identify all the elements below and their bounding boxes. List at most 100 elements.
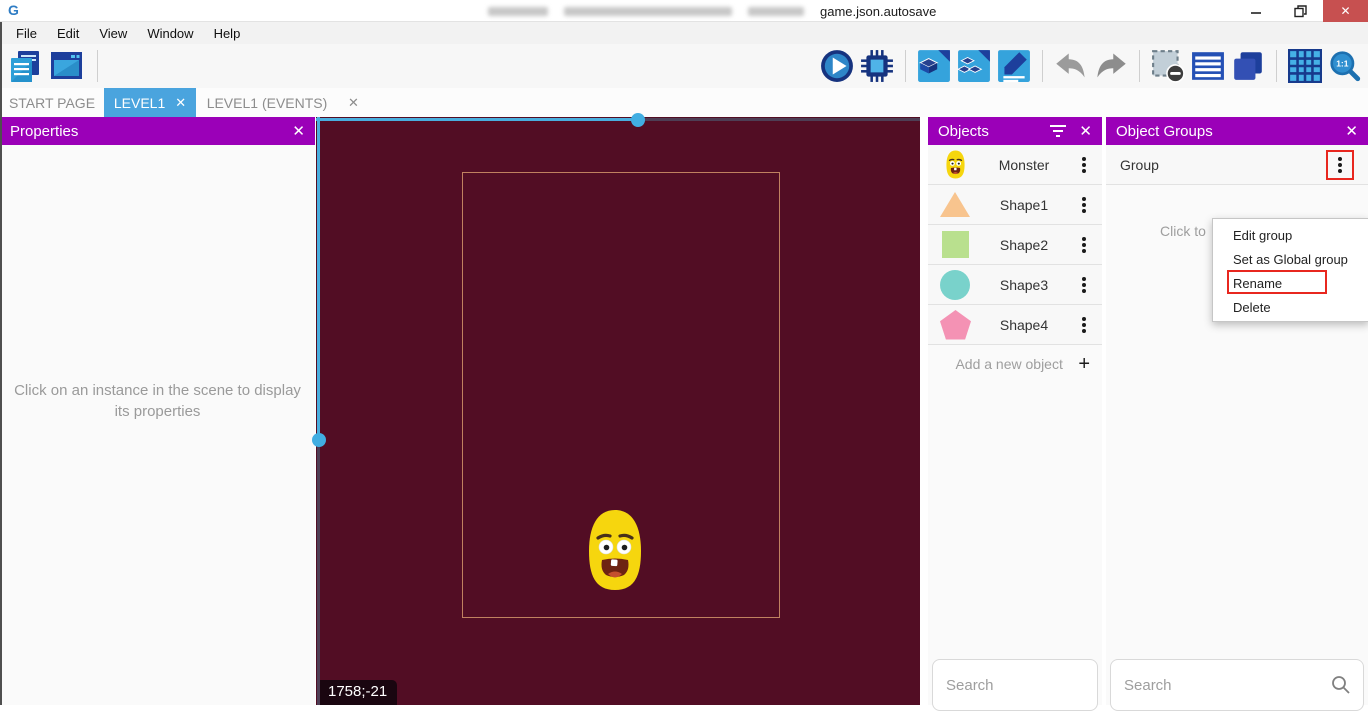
object-menu-icon[interactable] <box>1082 243 1086 247</box>
properties-header: Properties ✕ <box>0 117 315 145</box>
horizontal-scrollbar-thumb[interactable] <box>631 113 645 127</box>
groups-search-box[interactable] <box>1110 659 1364 711</box>
svg-text:1:1: 1:1 <box>1336 59 1349 69</box>
menu-file[interactable]: File <box>6 26 47 41</box>
redo-icon[interactable] <box>1094 49 1128 83</box>
close-icon: ✕ <box>1340 4 1350 18</box>
window-title: game.json.autosave <box>488 0 936 22</box>
add-object-button[interactable]: Add a new object + <box>928 345 1102 383</box>
restore-button[interactable] <box>1278 0 1323 22</box>
title-bar: G game.json.autosave ✕ <box>0 0 1368 22</box>
blurred-title-segment <box>748 7 804 16</box>
filter-icon[interactable] <box>1049 124 1067 138</box>
object-name: Shape4 <box>974 317 1074 333</box>
group-name: Group <box>1120 157 1326 173</box>
menu-item-set-global[interactable]: Set as Global group <box>1213 248 1368 272</box>
scene-canvas[interactable]: 1758;-21 <box>316 117 920 705</box>
objects-body: Monster Shape1 Shape2 Shape3 Shape4 Add … <box>928 145 1102 705</box>
menu-item-delete[interactable]: Delete <box>1213 296 1368 320</box>
debug-icon[interactable] <box>860 49 894 83</box>
object-menu-icon[interactable] <box>1082 163 1086 167</box>
object-menu-icon[interactable] <box>1082 203 1086 207</box>
groups-hint-text: Click to <box>1160 223 1206 239</box>
menu-view[interactable]: View <box>89 26 137 41</box>
object-groups-header: Object Groups ✕ <box>1106 117 1368 145</box>
object-name: Shape1 <box>974 197 1074 213</box>
render-mask-icon[interactable] <box>1151 49 1185 83</box>
object-menu-icon[interactable] <box>1082 323 1086 327</box>
undo-icon[interactable] <box>1054 49 1088 83</box>
horizontal-scrollbar[interactable] <box>316 118 638 121</box>
close-panel-icon[interactable]: ✕ <box>1079 122 1092 140</box>
toolbar-divider <box>1042 50 1043 82</box>
gdevelop-logo-icon: G <box>8 2 24 18</box>
groups-search-input[interactable] <box>1111 677 1331 694</box>
objects-editor-icon[interactable] <box>917 49 951 83</box>
properties-panel: Properties ✕ Click on an instance in the… <box>0 117 315 705</box>
blurred-title-segment <box>488 7 548 16</box>
search-icon <box>1331 675 1351 695</box>
properties-empty-message: Click on an instance in the scene to dis… <box>8 380 308 422</box>
menu-edit[interactable]: Edit <box>47 26 89 41</box>
close-button[interactable]: ✕ <box>1323 0 1368 22</box>
toolbar-divider <box>905 50 906 82</box>
menu-item-edit-group[interactable]: Edit group <box>1213 224 1368 248</box>
instances-editor-icon[interactable] <box>957 49 991 83</box>
toolbar: 1:1 <box>0 44 1368 88</box>
tab-start-page[interactable]: START PAGE <box>0 88 104 117</box>
group-menu-annotation <box>1326 150 1354 180</box>
menu-help[interactable]: Help <box>204 26 251 41</box>
zoom-original-icon[interactable]: 1:1 <box>1328 49 1362 83</box>
start-page-icon[interactable] <box>50 49 84 83</box>
menu-window[interactable]: Window <box>137 26 203 41</box>
circle-thumbnail <box>936 270 974 300</box>
tab-level1-events[interactable]: LEVEL1 (EVENTS) <box>200 88 334 117</box>
close-panel-icon[interactable]: ✕ <box>292 122 305 140</box>
object-groups-panel: Object Groups ✕ Group Click to Edit grou… <box>1106 117 1368 705</box>
monster-thumbnail <box>936 149 974 180</box>
vertical-scrollbar-thumb[interactable] <box>312 433 326 447</box>
object-menu-icon[interactable] <box>1082 283 1086 287</box>
object-name: Shape3 <box>974 277 1074 293</box>
menu-bar: File Edit View Window Help <box>0 22 1368 44</box>
instances-list-icon[interactable] <box>1191 49 1225 83</box>
window-title-text: game.json.autosave <box>820 4 936 19</box>
object-row-shape3[interactable]: Shape3 <box>928 265 1102 305</box>
object-groups-body: Group Click to Edit group Set as Global … <box>1106 145 1368 705</box>
objects-title: Objects <box>938 123 989 140</box>
triangle-thumbnail <box>936 192 974 217</box>
project-manager-icon[interactable] <box>8 49 42 83</box>
object-row-shape2[interactable]: Shape2 <box>928 225 1102 265</box>
layers-icon[interactable] <box>1231 49 1265 83</box>
scene-properties-icon[interactable] <box>997 49 1031 83</box>
toolbar-divider <box>1276 50 1277 82</box>
objects-header: Objects ✕ <box>928 117 1102 145</box>
object-name: Shape2 <box>974 237 1074 253</box>
tab-close-icon[interactable]: ✕ <box>175 95 186 111</box>
tab-label: LEVEL1 (EVENTS) <box>207 95 328 111</box>
group-row[interactable]: Group <box>1106 145 1368 185</box>
vertical-scrollbar[interactable] <box>317 117 320 440</box>
tab-level1[interactable]: LEVEL1 ✕ <box>104 88 196 117</box>
properties-title: Properties <box>10 123 78 140</box>
monster-instance[interactable] <box>582 507 648 593</box>
properties-body: Click on an instance in the scene to dis… <box>0 145 315 705</box>
blurred-title-segment <box>564 7 732 16</box>
close-panel-icon[interactable]: ✕ <box>1345 122 1358 140</box>
horizontal-scrollbar-track[interactable] <box>638 118 920 121</box>
object-groups-title: Object Groups <box>1116 123 1213 140</box>
group-menu-icon[interactable] <box>1338 163 1342 167</box>
grid-icon[interactable] <box>1288 49 1322 83</box>
objects-search-box[interactable] <box>932 659 1098 711</box>
minimize-button[interactable] <box>1233 0 1278 22</box>
play-icon[interactable] <box>820 49 854 83</box>
object-row-monster[interactable]: Monster <box>928 145 1102 185</box>
vertical-scrollbar-track[interactable] <box>317 440 320 705</box>
tab-close-icon[interactable]: ✕ <box>348 95 359 111</box>
add-object-label: Add a new object <box>940 356 1078 372</box>
object-row-shape4[interactable]: Shape4 <box>928 305 1102 345</box>
object-row-shape1[interactable]: Shape1 <box>928 185 1102 225</box>
menu-item-rename[interactable]: Rename <box>1213 272 1368 296</box>
pentagon-thumbnail <box>936 310 974 340</box>
toolbar-divider <box>1139 50 1140 82</box>
